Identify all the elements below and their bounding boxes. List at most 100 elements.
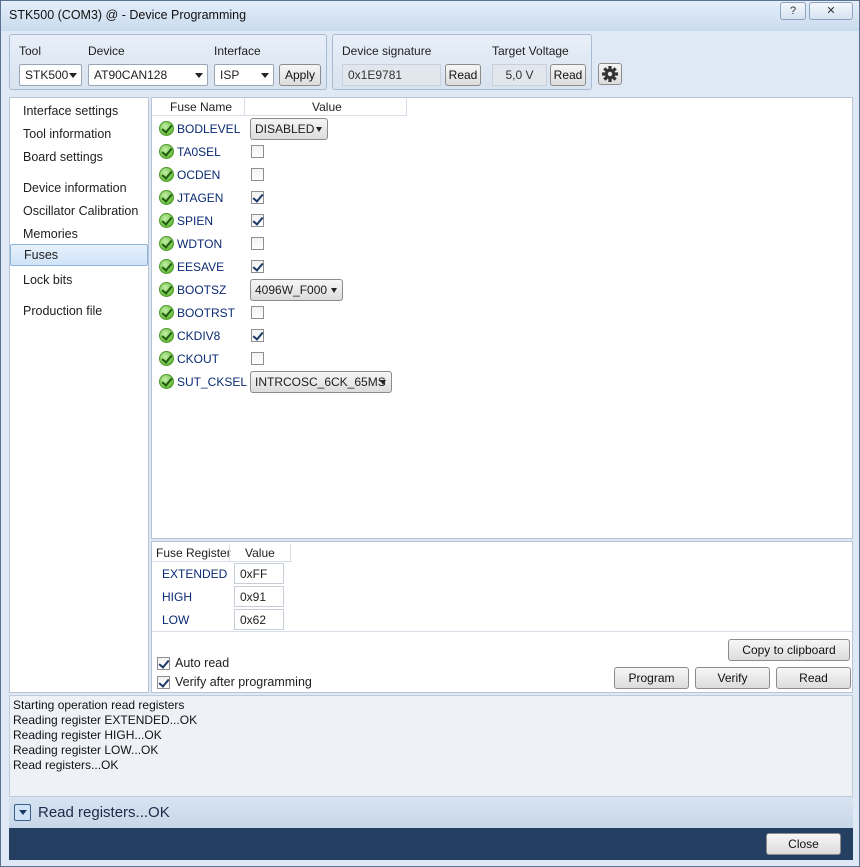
target-voltage-label: Target Voltage [492,44,569,58]
column-divider [229,544,230,562]
register-name: EXTENDED [162,567,228,581]
ok-status-icon [159,305,174,320]
ok-status-icon [159,236,174,251]
gear-icon [602,66,618,82]
ok-status-icon [159,351,174,366]
device-programming-window: STK500 (COM3) @ - Device Programming ? ✕… [0,0,860,867]
log-line: Read registers...OK [13,758,119,772]
fuse-grid: Fuse Name Value BODLEVEL DISABLED TA0SEL OC… [151,97,853,539]
ok-status-icon [159,121,174,136]
fuse-value-checkbox[interactable] [251,260,264,273]
register-name: HIGH [162,590,192,604]
fuse-value-checkbox[interactable] [251,191,264,204]
copy-to-clipboard-button[interactable]: Copy to clipboard [728,639,850,661]
window-title: STK500 (COM3) @ - Device Programming [9,8,247,22]
sidebar-item-lock-bits[interactable]: Lock bits [10,269,148,291]
device-select[interactable]: AT90CAN128 [88,64,208,86]
fuse-register-header-name: Fuse Register [156,546,231,560]
sidebar-item-device-information[interactable]: Device information [10,177,148,199]
fuse-register-header-value: Value [245,546,275,560]
read-button[interactable]: Read [776,667,851,689]
signature-read-button[interactable]: Read [445,64,481,86]
log-line: Reading register HIGH...OK [13,728,162,742]
fuse-row: SPIEN [152,210,552,233]
column-divider [290,544,291,562]
voltage-read-button[interactable]: Read [550,64,586,86]
apply-button[interactable]: Apply [279,64,321,86]
register-value-field[interactable]: 0x91 [234,586,284,607]
fuse-value-select[interactable]: DISABLED [250,118,328,140]
interface-label: Interface [214,44,261,58]
fuse-value-checkbox[interactable] [251,237,264,250]
output-log[interactable]: Starting operation read registers Readin… [9,695,853,797]
register-value-field[interactable]: 0x62 [234,609,284,630]
chevron-down-icon [261,73,269,78]
interface-select[interactable]: ISP [214,64,274,86]
fuse-name: OCDEN [177,168,221,182]
ok-status-icon [159,282,174,297]
ok-status-icon [159,213,174,228]
auto-read-label: Auto read [175,656,230,670]
tool-label: Tool [19,44,42,58]
tool-select[interactable]: STK500 [19,64,82,86]
fuse-value-select-text: 4096W_F000 [255,283,328,297]
chevron-down-icon [380,380,386,385]
help-button[interactable]: ? [780,2,806,20]
close-button[interactable]: Close [766,833,841,855]
ok-status-icon [159,190,174,205]
fuse-row: OCDEN [152,164,552,187]
verify-button[interactable]: Verify [695,667,770,689]
log-line: Reading register EXTENDED...OK [13,713,198,727]
verify-after-programming-label: Verify after programming [175,675,312,689]
sidebar-item-memories[interactable]: Memories [10,223,148,245]
expand-log-icon[interactable] [14,804,31,821]
fuse-name: CKOUT [177,352,219,366]
fuse-name: SUT_CKSEL [177,375,248,389]
ok-status-icon [159,259,174,274]
tool-select-value: STK500 [25,68,69,82]
sidebar-item-board-settings[interactable]: Board settings [10,146,148,168]
fuse-row: JTAGEN [152,187,552,210]
sidebar-item-interface-settings[interactable]: Interface settings [10,100,148,122]
column-divider [406,98,407,116]
program-button[interactable]: Program [614,667,689,689]
fuse-value-checkbox[interactable] [251,168,264,181]
fuse-name: CKDIV8 [177,329,221,343]
fuse-register-header: Fuse Register Value [152,544,292,562]
ok-status-icon [159,328,174,343]
sidebar-item-fuses[interactable]: Fuses [10,244,148,266]
chevron-down-icon [195,73,203,78]
fuse-value-checkbox[interactable] [251,329,264,342]
fuse-row: SUT_CKSEL INTRCOSC_6CK_65MS [152,371,552,394]
register-value-field[interactable]: 0xFF [234,563,284,584]
target-voltage-field: 5,0 V [492,64,547,86]
signature-voltage-group: Device signature 0x1E9781 Read Target Vo… [332,34,592,90]
fuse-value-select[interactable]: 4096W_F000 [250,279,343,301]
auto-read-checkbox[interactable] [157,657,170,670]
sidebar-item-production-file[interactable]: Production file [10,300,148,322]
fuse-row: CKDIV8 [152,325,552,348]
fuse-value-checkbox[interactable] [251,214,264,227]
fuse-grid-header: Fuse Name Value [152,98,407,116]
sidebar-item-oscillator-calibration[interactable]: Oscillator Calibration [10,200,148,222]
fuse-value-checkbox[interactable] [251,306,264,319]
fuse-name: BOOTSZ [177,283,227,297]
device-select-value: AT90CAN128 [94,68,168,82]
log-line: Reading register LOW...OK [13,743,159,757]
fuse-value-select[interactable]: INTRCOSC_6CK_65MS [250,371,392,393]
sidebar-item-tool-information[interactable]: Tool information [10,123,148,145]
fuse-value-header: Value [312,100,342,114]
close-window-button[interactable]: ✕ [809,2,853,20]
sidebar: Interface settings Tool information Boar… [9,97,149,693]
chevron-down-icon [331,288,337,293]
settings-button[interactable] [598,63,622,85]
fuse-value-checkbox[interactable] [251,145,264,158]
verify-after-programming-checkbox[interactable] [157,676,170,689]
fuse-value-checkbox[interactable] [251,352,264,365]
tool-group: Tool STK500 Device AT90CAN128 Interface … [9,34,327,90]
fuse-row: TA0SEL [152,141,552,164]
fuse-row: EESAVE [152,256,552,279]
fuse-name-header: Fuse Name [170,100,233,114]
fuse-row: BODLEVEL DISABLED [152,118,552,141]
fuse-row: BOOTSZ 4096W_F000 [152,279,552,302]
